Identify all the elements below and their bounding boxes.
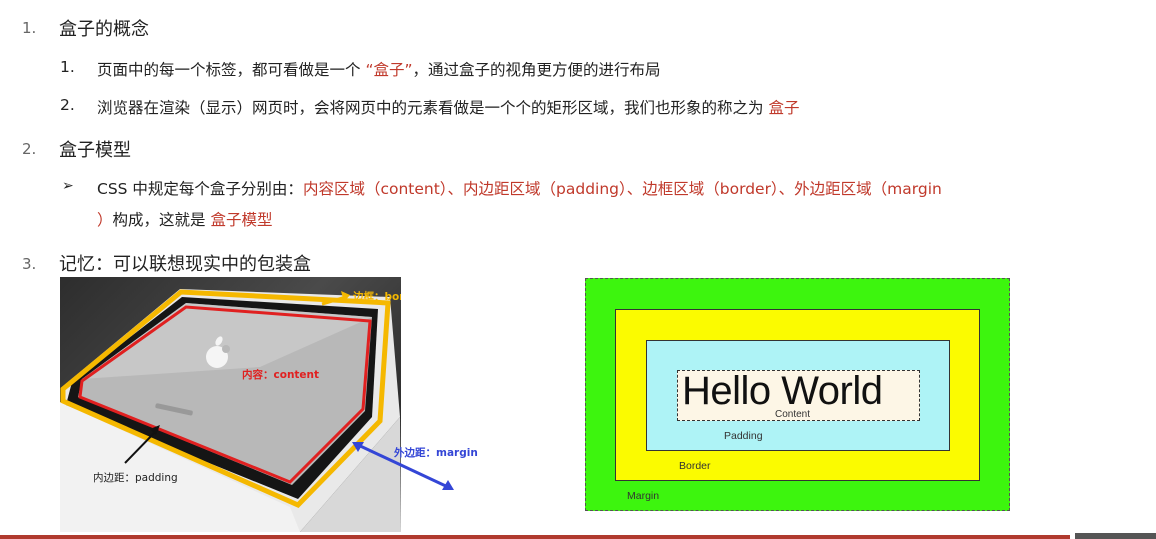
sub-1-1-post: ，通过盒子的视角更方便的进行布局 — [412, 61, 661, 79]
item-2-number: 2. — [22, 140, 37, 158]
item-3-title: 记忆：可以联想现实中的包装盒 — [59, 254, 311, 275]
photo-label-content: 内容：content — [242, 369, 320, 381]
sub-1-1-text: 页面中的每一个标签，都可看做是一个 “盒子”，通过盒子的视角更方便的进行布局 — [97, 58, 661, 80]
item-1-title: 盒子的概念 — [59, 19, 149, 40]
bullet-arrow-icon: ➢ — [62, 178, 74, 194]
footer-accent-line — [0, 535, 1070, 539]
margin-label: Margin — [627, 490, 660, 502]
bullet-highlight-1: 内容区域（content）、内边距区域（padding）、边框区域（border… — [302, 180, 942, 198]
photo-label-border: 边框：border — [353, 291, 401, 303]
sub-1-2-text: 浏览器在渲染（显示）网页时，会将网页中的元素看做是一个个的矩形区域，我们也形象的… — [97, 96, 799, 118]
bullet-line-2: ）构成，这就是 盒子模型 — [97, 208, 272, 230]
bullet-highlight-3: 盒子模型 — [210, 211, 273, 229]
sub-1-2-pre: 浏览器在渲染（显示）网页时，会将网页中的元素看做是一个个的矩形区域，我们也形象的… — [97, 99, 769, 117]
item-1-number: 1. — [22, 19, 37, 37]
laptop-box-photo: 边框：border 内容：content 内边距：padding — [60, 277, 401, 532]
bullet-pre: CSS 中规定每个盒子分别由： — [97, 180, 303, 198]
item-2-title: 盒子模型 — [59, 140, 131, 161]
footer-right-block — [1075, 533, 1156, 539]
laptop-box-illustration — [60, 289, 401, 532]
sub-1-1-pre: 页面中的每一个标签，都可看做是一个 — [97, 61, 366, 79]
bullet-line-1: CSS 中规定每个盒子分别由：内容区域（content）、内边距区域（paddi… — [97, 177, 942, 199]
item-3-number: 3. — [22, 255, 37, 273]
content-label: Content — [775, 409, 811, 420]
photo-label-padding: 内边距：padding — [93, 472, 178, 484]
sub-1-2-highlight: 盒子 — [768, 99, 800, 117]
hello-world-text: Hello World — [682, 369, 883, 413]
sub-1-1-highlight: “盒子” — [365, 61, 413, 79]
bullet-mid: 构成，这就是 — [112, 211, 211, 229]
padding-label: Padding — [724, 430, 763, 442]
sub-1-2-number: 2. — [60, 96, 75, 114]
sub-1-1-number: 1. — [60, 58, 75, 76]
photo-label-margin: 外边距：margin — [394, 447, 478, 459]
bullet-highlight-2: ） — [97, 211, 113, 229]
border-label: Border — [679, 460, 711, 472]
